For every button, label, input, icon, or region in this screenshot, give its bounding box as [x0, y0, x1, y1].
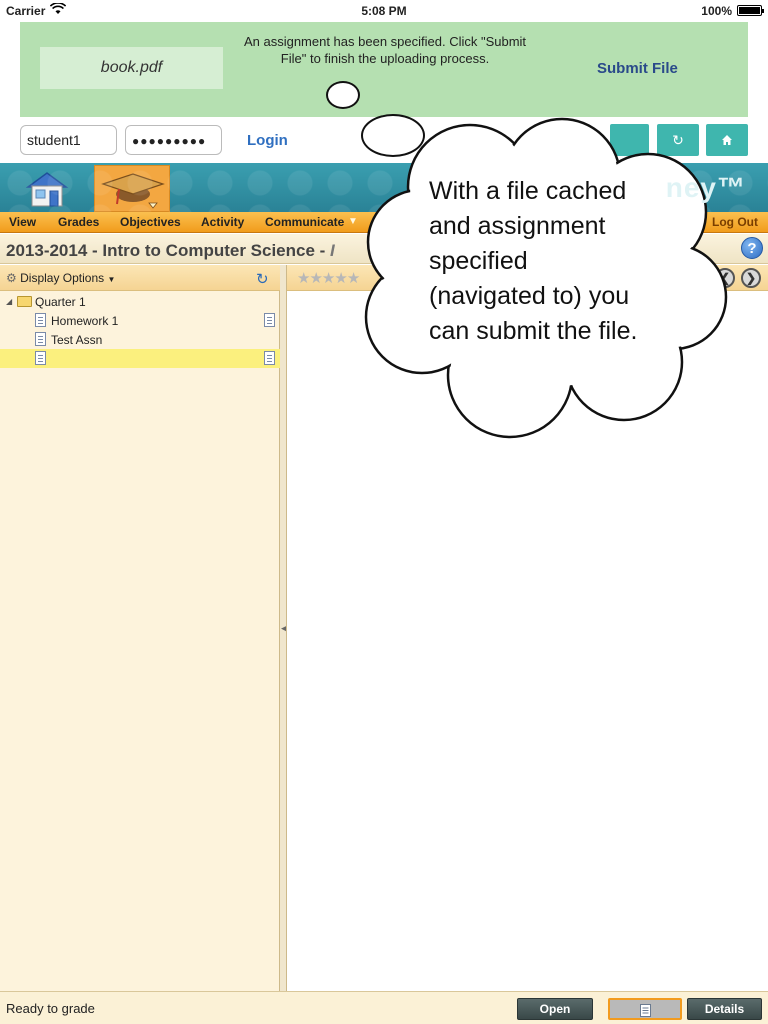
- help-icon[interactable]: ?: [741, 237, 763, 259]
- tree-folder-quarter-1[interactable]: ◢ Quarter 1: [0, 292, 280, 311]
- assignment-tree: ◢ Quarter 1 Homework 1 Test Assn: [0, 292, 280, 368]
- tree-toolbar: ⚙ Display Options ▼ ↻: [0, 265, 280, 291]
- expand-triangle-icon[interactable]: ◢: [6, 297, 12, 306]
- star-icon[interactable]: ★: [334, 270, 347, 287]
- course-title-truncated: I: [330, 241, 335, 260]
- tree-item-test-assn[interactable]: Test Assn: [0, 330, 280, 349]
- callout-line: specified: [429, 247, 528, 275]
- star-icon[interactable]: ★: [297, 270, 310, 287]
- open-button[interactable]: Open: [517, 998, 593, 1020]
- rating-stars[interactable]: ★★★★★: [297, 269, 360, 287]
- document-icon: [639, 1004, 651, 1017]
- details-button[interactable]: Details: [687, 998, 762, 1020]
- menu-activity[interactable]: Activity: [201, 215, 244, 229]
- grades-tile[interactable]: [94, 165, 170, 212]
- star-icon[interactable]: ★: [322, 270, 335, 287]
- tree-folder-label: Quarter 1: [35, 295, 86, 309]
- banner-message: An assignment has been specified. Click …: [243, 34, 527, 66]
- callout-line: and assignment: [429, 212, 606, 240]
- page-title: 2013-2014 - Intro to Computer Science - …: [6, 241, 335, 261]
- home-tile[interactable]: [22, 169, 72, 209]
- tree-item-selected[interactable]: [0, 349, 280, 368]
- battery-icon: [737, 5, 764, 16]
- folder-icon: [17, 296, 32, 307]
- status-text: Ready to grade: [6, 1001, 95, 1016]
- document-icon: [35, 332, 46, 346]
- menu-objectives[interactable]: Objectives: [120, 215, 181, 229]
- password-field[interactable]: ●●●●●●●●●: [125, 125, 222, 155]
- assignment-tree-panel: ⚙ Display Options ▼ ↻ ◢ Quarter 1 Homewo…: [0, 265, 280, 991]
- next-arrow-icon[interactable]: ❯: [741, 268, 761, 288]
- menu-view[interactable]: View: [9, 215, 36, 229]
- callout-line: can submit the file.: [429, 317, 638, 345]
- status-footer: Ready to grade Open Details: [0, 991, 768, 1024]
- brand-logo-fragment: ney™: [665, 172, 746, 203]
- course-title-text: 2013-2014 - Intro to Computer Science -: [6, 241, 331, 260]
- tree-item-homework-1[interactable]: Homework 1: [0, 311, 280, 330]
- submission-document-icon: [264, 313, 275, 327]
- thought-bubble-dot-small: [326, 81, 360, 109]
- refresh-icon[interactable]: ↻: [256, 270, 269, 288]
- gear-icon: ⚙: [6, 271, 17, 285]
- callout-line: (navigated to) you: [429, 282, 630, 310]
- menu-grades[interactable]: Grades: [58, 215, 99, 229]
- submission-document-icon: [264, 351, 275, 365]
- display-options-dropdown[interactable]: ⚙ Display Options ▼: [6, 271, 115, 285]
- username-field[interactable]: student1: [20, 125, 117, 155]
- document-icon: [35, 313, 46, 327]
- document-button[interactable]: [608, 998, 682, 1020]
- star-icon[interactable]: ★: [309, 270, 322, 287]
- tree-item-label: Test Assn: [51, 333, 103, 347]
- chevron-down-icon: ▼: [348, 216, 358, 227]
- clock: 5:08 PM: [361, 4, 407, 18]
- display-options-label: Display Options: [20, 271, 105, 285]
- menu-communicate[interactable]: Communicate: [265, 215, 344, 229]
- house-icon: [25, 172, 69, 207]
- login-button[interactable]: Login: [247, 132, 288, 149]
- ios-status-bar: Carrier 5:08 PM 100%: [0, 0, 768, 22]
- tree-item-label: Homework 1: [51, 314, 119, 328]
- submit-file-button[interactable]: Submit File: [597, 60, 678, 77]
- graduation-cap-icon: [101, 173, 165, 209]
- battery-percent: 100%: [701, 4, 732, 18]
- star-icon[interactable]: ★: [347, 270, 360, 287]
- chevron-down-icon: ▼: [107, 275, 116, 284]
- upload-banner: book.pdf An assignment has been specifie…: [20, 22, 748, 117]
- cached-file-name: book.pdf: [40, 47, 223, 89]
- document-icon: [35, 351, 46, 365]
